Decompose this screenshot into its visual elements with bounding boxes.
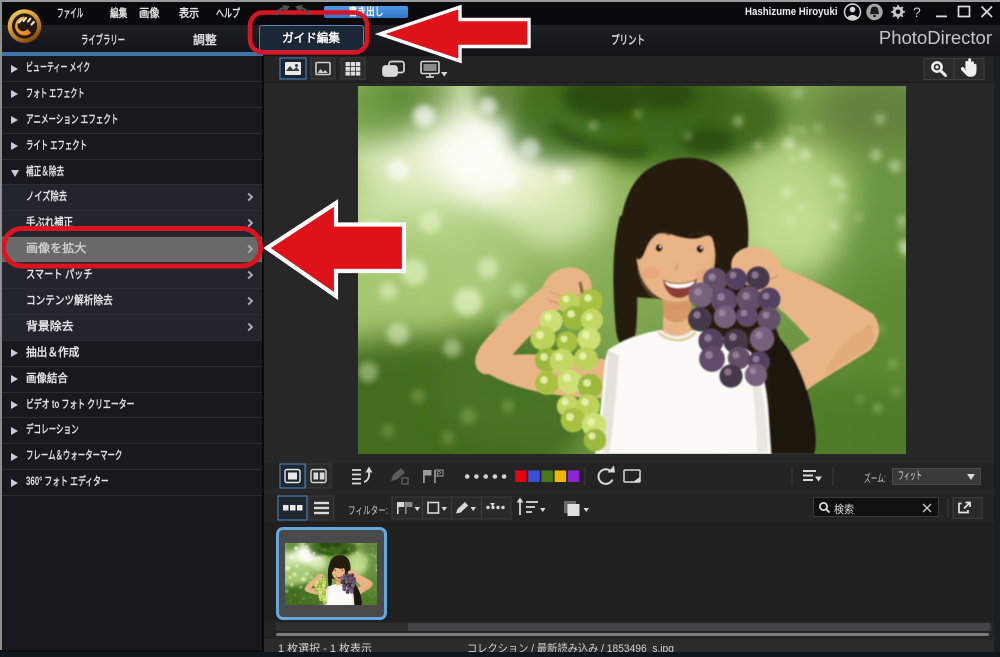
svg-text:P: P <box>437 471 442 478</box>
svg-text:?: ? <box>913 4 921 20</box>
